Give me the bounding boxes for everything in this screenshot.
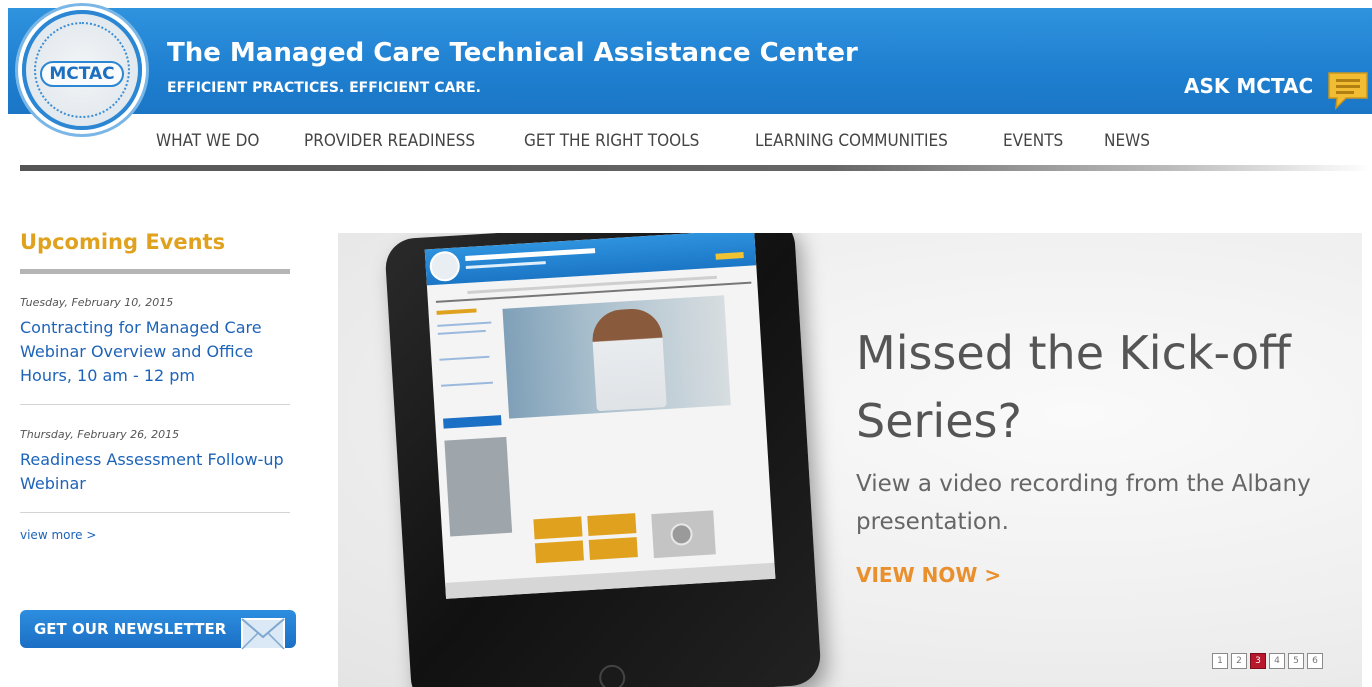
screen-quick-link bbox=[533, 516, 583, 540]
screen-sidebar-line bbox=[437, 321, 492, 327]
nav-item-provider-readiness[interactable]: PROVIDER READINESS bbox=[304, 131, 475, 151]
screen-quick-link bbox=[588, 537, 638, 560]
screen-logo bbox=[428, 250, 461, 283]
screen-person-photo bbox=[590, 307, 667, 412]
event-date: Thursday, February 26, 2015 bbox=[20, 428, 180, 441]
event-link[interactable]: Readiness Assessment Follow-up Webinar bbox=[20, 448, 290, 496]
nav-item-events[interactable]: EVENTS bbox=[1003, 131, 1063, 151]
hero-headline: Missed the Kick-off Series? bbox=[856, 326, 1291, 448]
site-title[interactable]: The Managed Care Technical Assistance Ce… bbox=[167, 38, 858, 68]
envelope-icon bbox=[241, 618, 285, 650]
ask-mctac-link[interactable]: ASK MCTAC bbox=[1184, 74, 1313, 98]
view-more-link[interactable]: view more > bbox=[20, 528, 96, 542]
screen-newsletter-button bbox=[443, 415, 502, 429]
pager-dot-2[interactable]: 2 bbox=[1231, 653, 1247, 669]
logo-text: MCTAC bbox=[40, 61, 124, 87]
sidebar-title-rule bbox=[20, 269, 290, 274]
event-divider bbox=[20, 512, 290, 513]
pager-dot-5[interactable]: 5 bbox=[1288, 653, 1304, 669]
view-now-link[interactable]: VIEW NOW > bbox=[856, 563, 1001, 587]
screen-sidebar-panel bbox=[444, 436, 513, 537]
chat-bubble-icon[interactable] bbox=[1326, 70, 1370, 110]
nav-item-learning-communities[interactable]: LEARNING COMMUNITIES bbox=[755, 131, 948, 151]
hero-slider[interactable]: Missed the Kick-off Series? View a video… bbox=[338, 233, 1362, 687]
screen-sidebar-line bbox=[439, 355, 490, 361]
header-banner: The Managed Care Technical Assistance Ce… bbox=[8, 8, 1372, 114]
pager-dot-3[interactable]: 3 bbox=[1250, 653, 1266, 669]
event-date: Tuesday, February 10, 2015 bbox=[20, 296, 174, 309]
newsletter-button[interactable]: GET OUR NEWSLETTER bbox=[20, 610, 296, 650]
screen-quick-link bbox=[587, 513, 637, 537]
nav-item-news[interactable]: NEWS bbox=[1104, 131, 1150, 151]
screen-title-bar bbox=[465, 248, 596, 262]
screen-sidebar-title bbox=[436, 308, 477, 315]
screen-ask-bar bbox=[715, 252, 744, 260]
pager-dot-4[interactable]: 4 bbox=[1269, 653, 1285, 669]
nav-item-get-the-right-tools[interactable]: GET THE RIGHT TOOLS bbox=[524, 131, 699, 151]
hero-subtext: View a video recording from the Albany p… bbox=[856, 471, 1311, 535]
mctac-logo[interactable]: MCTAC bbox=[22, 10, 142, 130]
upcoming-events-title: Upcoming Events bbox=[20, 230, 226, 254]
event-divider bbox=[20, 404, 290, 405]
nav-item-what-we-do[interactable]: WHAT WE DO bbox=[156, 131, 259, 151]
nav-divider bbox=[20, 165, 1372, 171]
newsletter-label: GET OUR NEWSLETTER bbox=[34, 620, 227, 638]
tablet-screen bbox=[424, 233, 776, 599]
site-tagline: EFFICIENT PRACTICES. EFFICIENT CARE. bbox=[167, 80, 481, 96]
screen-sidebar-line bbox=[437, 329, 486, 335]
screen-tagline-bar bbox=[465, 261, 546, 270]
tablet-image bbox=[384, 233, 822, 687]
screen-quick-link bbox=[534, 540, 584, 564]
pager-dot-6[interactable]: 6 bbox=[1307, 653, 1323, 669]
screen-hero bbox=[502, 295, 731, 419]
screen-sidebar-line bbox=[440, 381, 494, 387]
event-link[interactable]: Contracting for Managed Care Webinar Ove… bbox=[20, 316, 290, 388]
pager-dot-1[interactable]: 1 bbox=[1212, 653, 1228, 669]
